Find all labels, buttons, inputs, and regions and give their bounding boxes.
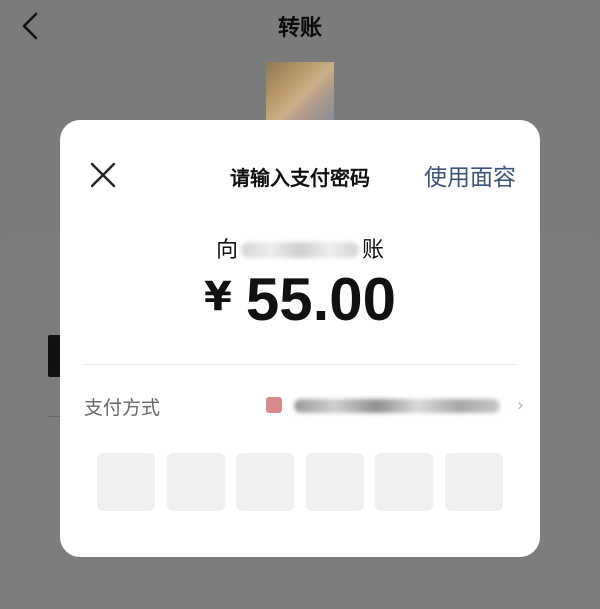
- amount-value: 55.00: [245, 266, 396, 333]
- pin-digit-box[interactable]: [236, 453, 294, 511]
- recipient-suffix: 账: [362, 238, 385, 263]
- recipient-line: 向账: [60, 232, 540, 264]
- password-input[interactable]: [97, 453, 503, 511]
- pin-digit-box[interactable]: [97, 453, 155, 511]
- recipient-avatar: [266, 62, 334, 120]
- bank-card-icon: [266, 397, 282, 413]
- pin-digit-box[interactable]: [306, 453, 364, 511]
- payment-method-label: 支付方式: [84, 397, 161, 419]
- recipient-name-redacted: [241, 242, 359, 258]
- currency-symbol: ¥: [204, 274, 232, 320]
- pin-digit-box[interactable]: [375, 453, 433, 511]
- amount-display: ¥55.00: [60, 265, 540, 334]
- payment-method-selector[interactable]: ›: [266, 395, 524, 419]
- chevron-right-icon: ›: [516, 395, 524, 416]
- bank-card-name-redacted: [294, 399, 500, 413]
- pin-digit-box[interactable]: [445, 453, 503, 511]
- divider: [82, 364, 518, 365]
- recipient-prefix: 向: [215, 238, 238, 263]
- page-title: 转账: [277, 16, 322, 41]
- pin-digit-box[interactable]: [167, 453, 225, 511]
- use-face-id-button[interactable]: 使用面容: [424, 158, 516, 192]
- payment-password-dialog: 请输入支付密码 使用面容 向账 ¥55.00 支付方式 ›: [60, 120, 540, 557]
